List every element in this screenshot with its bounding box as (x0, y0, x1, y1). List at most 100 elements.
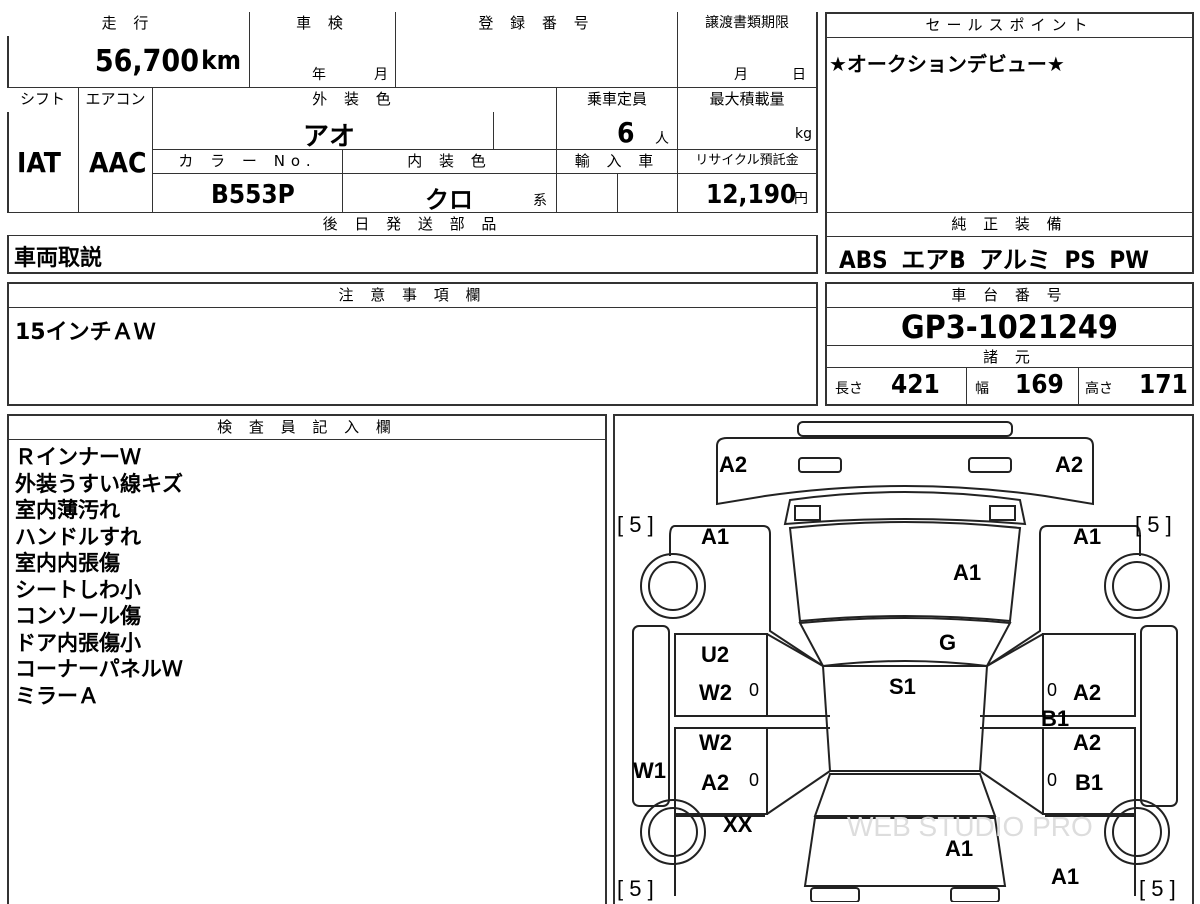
inspector-note-line: 外装うすい線キズ (15, 471, 183, 496)
recycle-label: リサイクル預託金 (678, 150, 816, 174)
spec-height-value: 171 (1139, 370, 1188, 400)
mark-door-rl-zero: 0 (749, 680, 760, 700)
shaken-cell: 年 月 (250, 36, 396, 88)
transfer-deadline-label: 譲渡書類期限 (678, 12, 816, 36)
inspector-note-line: シートしわ小 (15, 577, 141, 602)
mark-door-rl-top: U2 (701, 642, 730, 667)
registration-label: 登 録 番 号 (396, 12, 678, 36)
mark-front-left: XX (723, 812, 753, 837)
exterior-label: 外 装 色 (153, 88, 557, 112)
import-cell (557, 174, 678, 212)
inspector-note-line: コンソール傷 (15, 604, 141, 628)
row2-headers: シフト エアコン 外 装 色 乗車定員 最大積載量 (7, 88, 818, 112)
inspector-note-line: ミラーＡ (15, 683, 99, 708)
inspector-note-line: ハンドルすれ (15, 524, 141, 549)
car-diagram: WEB STUDIO PRO [ 5 ] [ 5 ] [ 5 ] [ 5 ] A… (613, 414, 1194, 904)
shaken-label: 車 検 (250, 12, 396, 36)
mark-door-fl-top: W2 (699, 730, 732, 755)
exterior-value: アオ (303, 122, 356, 152)
spec-height-label: 高さ (1085, 381, 1113, 397)
ac-cell: AAC (79, 112, 153, 212)
later-parts-value: 車両取説 (14, 246, 103, 271)
registration-cell (396, 36, 678, 88)
spec-width-label: 幅 (975, 381, 989, 397)
mileage-unit: km (201, 46, 241, 76)
mark-windshield: G (939, 630, 957, 655)
shift-label: シフト (7, 88, 79, 112)
mileage-cell: 56,700 km (7, 36, 250, 88)
inspector-note-line: コーナーパネルＷ (15, 657, 183, 681)
capacity-cell: 6 人 (557, 112, 678, 150)
inspector-note-line: ＲインナーＷ (15, 445, 141, 469)
capacity-value: 6 (617, 116, 635, 149)
transfer-cell: 月 日 (678, 36, 816, 88)
capacity-label: 乗車定員 (557, 88, 678, 112)
ac-value: AAC (89, 146, 147, 179)
mark-door-rr-top: A2 (1073, 680, 1102, 705)
equipment-label: 純 正 装 備 (827, 213, 1192, 237)
import-label: 輸 入 車 (557, 150, 678, 174)
mark-side-left: W1 (633, 758, 666, 783)
interior-value: クロ (425, 186, 473, 214)
chassis-label: 車 台 番 号 (827, 284, 1192, 308)
mark-door-fl-mid: A2 (701, 770, 730, 795)
recycle-value: 12,190 (706, 180, 797, 210)
interior-cell: クロ 系 (343, 174, 557, 214)
shift-cell: IAT (7, 112, 79, 212)
maxload-unit: kg (795, 126, 812, 142)
mark-front-right: A1 (1051, 864, 1080, 889)
spec-length: 長さ 421 (827, 368, 967, 404)
interior-suffix: 系 (533, 193, 547, 209)
mark-door-fl-zero: 0 (749, 770, 760, 790)
recycle-cell: 12,190 円 (678, 174, 816, 212)
inspector-note-line: ドア内張傷小 (15, 630, 141, 655)
capacity-unit: 人 (655, 131, 669, 147)
inspector-notes-list: ＲインナーＷ 外装うすい線キズ 室内薄汚れ ハンドルすれ 室内内張傷 シートしわ小 コンソー… (15, 444, 183, 709)
tire-right-rear-label: [ 5 ] (1135, 512, 1172, 537)
mileage-value: 56,700 (94, 44, 199, 79)
equipment-value: ABS エアB アルミ PS PW (839, 246, 1149, 274)
row1-values: 56,700 km 年 月 月 日 (7, 36, 818, 88)
mark-door-fr-zero: 0 (1047, 770, 1058, 790)
mark-rear-left: A2 (719, 452, 748, 477)
inspector-label: 検 査 員 記 入 欄 (9, 416, 605, 440)
spec-length-label: 長さ (835, 381, 863, 397)
chassis-block: 車 台 番 号 GP3-1021249 諸 元 長さ 421 幅 169 高さ … (825, 282, 1194, 406)
mark-seat: S1 (889, 674, 916, 699)
chassis-number: GP3-1021249 (827, 308, 1192, 346)
maxload-label: 最大積載量 (678, 88, 816, 112)
mark-rear-right: A2 (1055, 452, 1084, 477)
later-parts-label: 後 日 発 送 部 品 (7, 212, 818, 236)
tire-left-front-label: [ 5 ] (617, 876, 654, 901)
tire-right-front-label: [ 5 ] (1139, 876, 1176, 901)
color-no-cell: B553P (153, 174, 343, 212)
tire-left-rear-label: [ 5 ] (617, 512, 654, 537)
transfer-month: 月 (734, 67, 748, 83)
shaken-year: 年 (312, 67, 326, 83)
mark-door-rl-mid: W2 (699, 680, 732, 705)
color-no-label: カ ラ ー No. (153, 150, 343, 174)
sales-point-value: ★オークションデビュー★ (829, 52, 1065, 76)
interior-label: 内 装 色 (343, 150, 557, 174)
inspector-note-line: 室内内張傷 (15, 551, 120, 575)
specs-label: 諸 元 (827, 346, 1192, 368)
notes-label: 注 意 事 項 欄 (9, 284, 816, 308)
inspector-block: 検 査 員 記 入 欄 ＲインナーＷ 外装うすい線キズ 室内薄汚れ ハンドルすれ 室内内… (7, 414, 607, 904)
inspector-note-line: 室内薄汚れ (15, 498, 120, 522)
ac-label: エアコン (79, 88, 153, 112)
mark-rear-fender-left: A1 (701, 524, 730, 549)
sales-point-label: セールスポイント (827, 14, 1192, 38)
mark-roof: A1 (953, 560, 982, 585)
sales-point-block: セールスポイント ★オークションデビュー★ 純 正 装 備 ABS エアB アル… (825, 12, 1194, 274)
mark-rear-fender-right: A1 (1073, 524, 1102, 549)
recycle-unit: 円 (794, 191, 808, 207)
mark-hood: A1 (945, 836, 974, 861)
color-no-value: B553P (211, 180, 295, 210)
spec-height: 高さ 171 (1079, 368, 1192, 404)
spec-width-value: 169 (1015, 370, 1064, 400)
transfer-day: 日 (792, 67, 806, 83)
mark-door-fr-top: A2 (1073, 730, 1102, 755)
exterior-cell: アオ (153, 112, 557, 152)
mileage-label: 走 行 (7, 12, 250, 36)
spec-width: 幅 169 (967, 368, 1079, 404)
